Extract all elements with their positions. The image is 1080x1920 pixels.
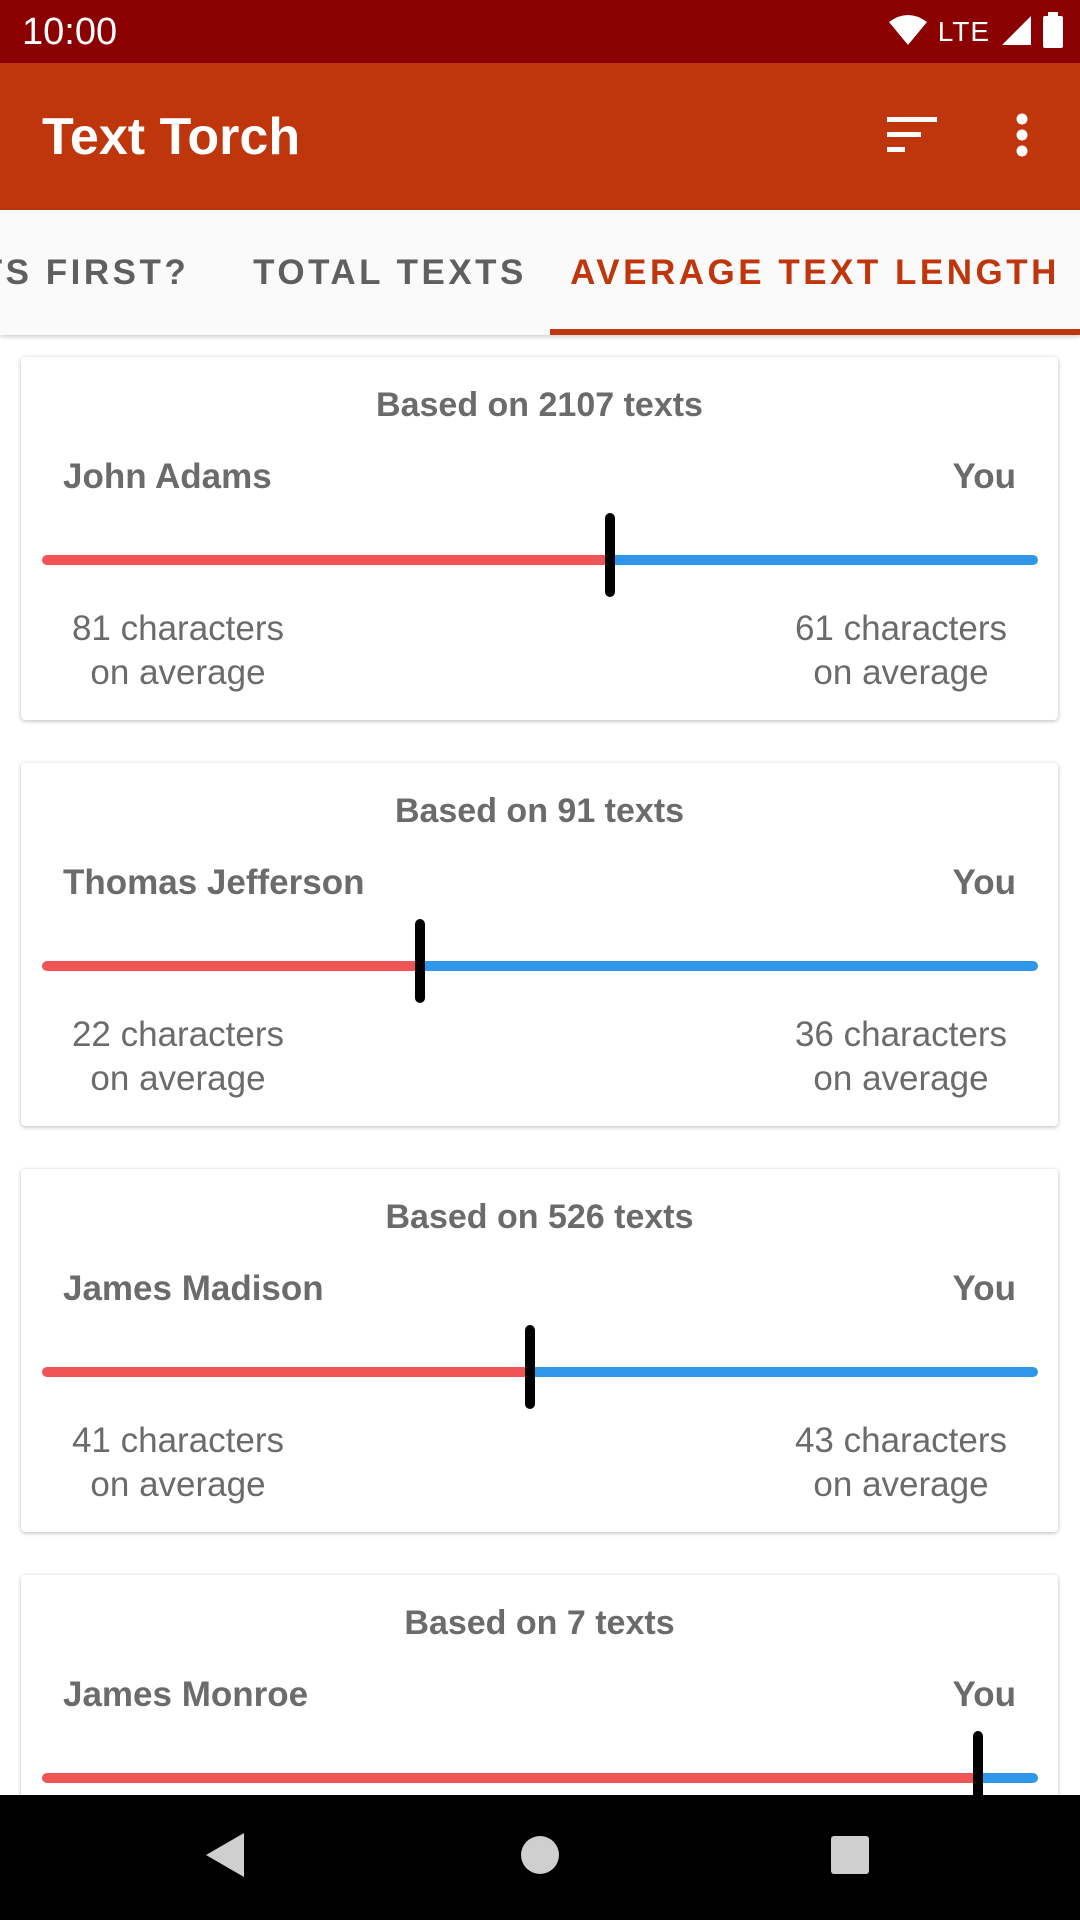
status-icons: LTE <box>888 11 1064 53</box>
stat-card: Based on 91 texts Thomas Jefferson You 2… <box>21 763 1058 1126</box>
you-average-caption: on average <box>813 1465 989 1504</box>
bar-marker <box>604 513 615 597</box>
you-stat: 36 characters on average <box>786 1013 1016 1101</box>
sort-icon <box>887 116 937 158</box>
battery-icon <box>1042 11 1064 53</box>
home-icon <box>520 1835 560 1880</box>
you-bar-segment <box>978 1773 1038 1783</box>
contact-bar-segment <box>42 961 421 971</box>
tab-total-texts[interactable]: TOTAL TEXTS <box>230 210 550 335</box>
app-title: Text Torch <box>42 108 301 166</box>
app-bar: Text Torch <box>0 63 1080 210</box>
card-title: Based on 91 texts <box>394 792 685 830</box>
you-bar-segment <box>609 555 1038 565</box>
bar-marker <box>525 1325 536 1409</box>
contact-average: 81 characters <box>71 609 285 648</box>
you-label: You <box>952 1269 1016 1308</box>
status-time: 10:00 <box>22 11 118 53</box>
contact-average: 22 characters <box>71 1015 285 1054</box>
you-label: You <box>952 1675 1016 1714</box>
contact-name: James Monroe <box>63 1675 309 1714</box>
contact-bar-segment <box>42 1773 979 1783</box>
contact-name: Thomas Jefferson <box>63 863 365 902</box>
comparison-bar <box>42 1325 1038 1409</box>
bar-marker <box>973 1731 984 1795</box>
you-stat: 61 characters on average <box>786 607 1016 695</box>
contact-name: James Madison <box>63 1269 324 1308</box>
contact-average: 41 characters <box>71 1421 285 1460</box>
you-label: You <box>952 457 1016 496</box>
you-bar-segment <box>420 961 1038 971</box>
you-average: 61 characters <box>794 609 1008 648</box>
card-title: Based on 526 texts <box>385 1198 694 1236</box>
bar-marker <box>415 919 426 1003</box>
stat-card: Based on 2107 texts John Adams You 81 ch… <box>21 357 1058 720</box>
comparison-bar <box>42 513 1038 597</box>
you-stat: 43 characters on average <box>786 1419 1016 1507</box>
back-button[interactable] <box>186 1817 266 1897</box>
comparison-bar <box>42 919 1038 1003</box>
you-label: You <box>952 863 1016 902</box>
screen: 10:00 LTE Text Torch TS FIRST? TOTAL TEX… <box>0 0 1080 1920</box>
cell-signal-icon <box>1000 14 1032 51</box>
contact-average-caption: on average <box>90 1465 266 1504</box>
wifi-icon <box>888 14 928 51</box>
contact-bar-segment <box>42 555 610 565</box>
tab-who-texts-first[interactable]: TS FIRST? <box>0 210 230 335</box>
stat-card: Based on 526 texts James Madison You 41 … <box>21 1169 1058 1532</box>
contact-name: John Adams <box>63 457 272 496</box>
you-average: 36 characters <box>794 1015 1008 1054</box>
sort-button[interactable] <box>872 101 952 173</box>
contact-bar-segment <box>42 1367 531 1377</box>
contact-stat: 22 characters on average <box>63 1013 293 1101</box>
comparison-bar <box>42 1731 1038 1795</box>
you-average-caption: on average <box>813 653 989 692</box>
back-icon <box>204 1831 248 1884</box>
card-title: Based on 7 texts <box>404 1604 675 1642</box>
more-options-button[interactable] <box>982 101 1062 173</box>
status-bar: 10:00 LTE <box>0 0 1080 63</box>
you-average-caption: on average <box>813 1059 989 1098</box>
recents-icon <box>830 1835 870 1880</box>
tab-bar: TS FIRST? TOTAL TEXTS AVERAGE TEXT LENGT… <box>0 210 1080 335</box>
recents-button[interactable] <box>810 1817 890 1897</box>
card-title: Based on 2107 texts <box>376 386 703 424</box>
you-bar-segment <box>530 1367 1038 1377</box>
contact-stat: 41 characters on average <box>63 1419 293 1507</box>
navigation-bar <box>0 1795 1080 1920</box>
home-button[interactable] <box>500 1817 580 1897</box>
tab-selected-indicator <box>550 329 1080 335</box>
stats-list[interactable]: Based on 2107 texts John Adams You 81 ch… <box>0 335 1080 1795</box>
contact-average-caption: on average <box>90 1059 266 1098</box>
contact-stat: 81 characters on average <box>63 607 293 695</box>
contact-average-caption: on average <box>90 653 266 692</box>
network-type-label: LTE <box>937 16 990 47</box>
stat-card: Based on 7 texts James Monroe You <box>21 1575 1058 1795</box>
you-average: 43 characters <box>794 1421 1008 1460</box>
tab-average-text-length[interactable]: AVERAGE TEXT LENGTH <box>550 210 1080 335</box>
more-vert-icon <box>1016 113 1028 162</box>
